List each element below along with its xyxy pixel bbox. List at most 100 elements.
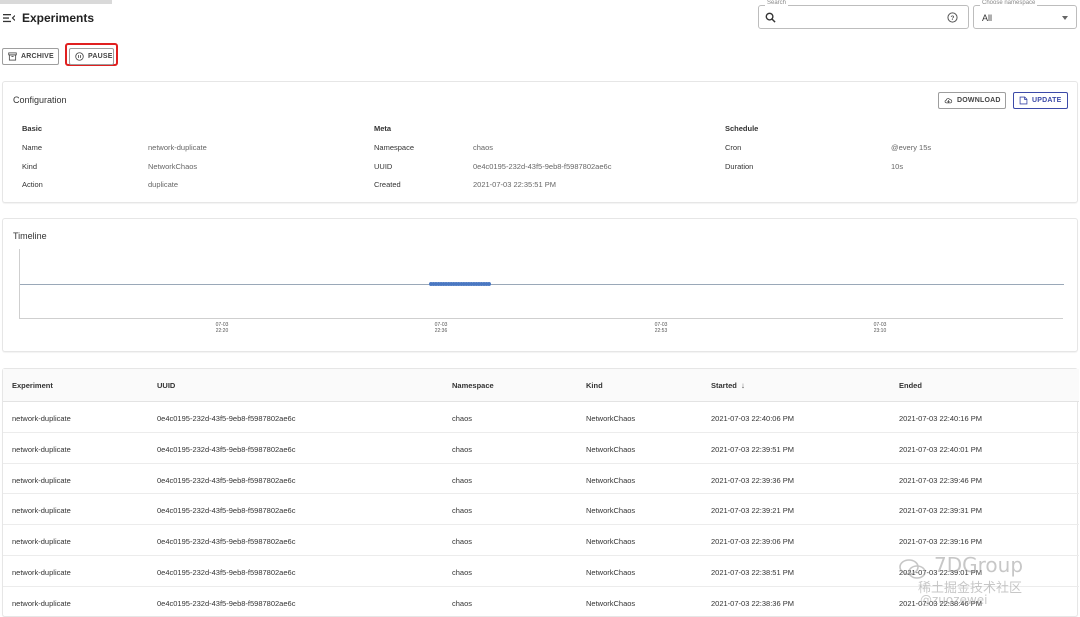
- config-meta-heading: Meta: [374, 124, 392, 133]
- config-value: 2021-07-03 22:35:51 PM: [473, 180, 556, 189]
- watermark: 7DGroup 稀土掘金技术社区 @zuozewei: [898, 553, 1078, 613]
- config-basic-heading: Basic: [22, 124, 43, 133]
- table-row[interactable]: network-duplicate 0e4c0195-232d-43f5-9eb8…: [3, 464, 1079, 495]
- column-header-experiment[interactable]: Experiment: [12, 381, 53, 390]
- archive-icon: [8, 52, 17, 61]
- column-header-ended[interactable]: Ended: [899, 381, 922, 390]
- config-value: NetworkChaos: [148, 161, 198, 171]
- column-header-namespace[interactable]: Namespace: [452, 381, 494, 390]
- table-cell-kind: NetworkChaos: [586, 475, 636, 485]
- page-title: Experiments: [22, 11, 95, 25]
- config-label: UUID: [374, 161, 393, 171]
- config-value: chaos: [473, 143, 494, 152]
- table-cell-experiment: network-duplicate: [12, 537, 71, 547]
- download-button[interactable]: DOWNLOAD: [938, 92, 1006, 109]
- namespace-select[interactable]: Choose namespace All: [973, 0, 1077, 29]
- table-row[interactable]: network-duplicate 0e4c0195-232d-43f5-9eb8…: [3, 525, 1079, 556]
- column-header-started-label: Started: [711, 381, 737, 390]
- table-cell-started: 2021-07-03 22:39:06 PM: [711, 537, 794, 547]
- config-label: Namespace: [374, 143, 415, 152]
- note-icon: [1019, 96, 1028, 105]
- table-row[interactable]: network-duplicate 0e4c0195-232d-43f5-9eb8…: [3, 494, 1079, 526]
- timeline-event-marker[interactable]: [487, 282, 491, 286]
- table-cell-namespace: chaos: [452, 568, 473, 577]
- table-row[interactable]: network-duplicate 0e4c0195-232d-43f5-9eb8…: [3, 433, 1079, 464]
- table-cell-namespace: chaos: [452, 537, 473, 547]
- config-schedule-section: Schedule Cron @every 15s Duration 10s: [725, 124, 1065, 180]
- table-cell-uuid: 0e4c0195-232d-43f5-9eb8-f5987802ae6c: [157, 568, 296, 577]
- timeline-tick: 07-03 22:53: [646, 322, 676, 334]
- config-row-name: Name network-duplicate: [22, 143, 362, 162]
- table-cell-started: 2021-07-03 22:38:36 PM: [711, 598, 794, 608]
- cloud-download-icon: [944, 98, 953, 104]
- column-header-kind[interactable]: Kind: [586, 381, 603, 390]
- config-value: duplicate: [148, 180, 179, 189]
- table-cell-ended: 2021-07-03 22:40:01 PM: [899, 444, 982, 454]
- table-cell-namespace: chaos: [452, 414, 473, 423]
- table-cell-uuid: 0e4c0195-232d-43f5-9eb8-f5987802ae6c: [157, 506, 296, 516]
- config-label: Duration: [725, 161, 754, 171]
- timeline-tick-time: 23:10: [873, 328, 887, 334]
- column-header-uuid[interactable]: UUID: [157, 381, 175, 390]
- timeline-title: Timeline: [13, 231, 47, 241]
- sort-descending-icon[interactable]: ↓: [741, 381, 745, 390]
- table-cell-experiment: network-duplicate: [12, 506, 71, 516]
- table-cell-experiment: network-duplicate: [12, 475, 71, 485]
- table-cell-kind: NetworkChaos: [586, 568, 636, 577]
- config-row-uuid: UUID 0e4c0195-232d-43f5-9eb8-f5987802ae6…: [374, 162, 714, 181]
- chevron-down-icon: [1062, 16, 1068, 20]
- table-cell-namespace: chaos: [452, 444, 473, 454]
- pause-label: PAUSE: [88, 53, 113, 60]
- top-accent-bar: [0, 0, 112, 4]
- search-legend: Search: [765, 0, 789, 6]
- config-row-created: Created 2021-07-03 22:35:51 PM: [374, 180, 714, 199]
- table-cell-namespace: chaos: [452, 506, 473, 516]
- config-row-action: Action duplicate: [22, 180, 362, 199]
- archive-button[interactable]: ARCHIVE: [2, 48, 59, 65]
- config-meta-section: Meta Namespace chaos UUID 0e4c0195-232d-…: [374, 124, 714, 199]
- config-value: @every 15s: [891, 143, 932, 152]
- timeline-tick: 07-03 23:10: [865, 322, 895, 334]
- config-row-namespace: Namespace chaos: [374, 143, 714, 162]
- config-value: 0e4c0195-232d-43f5-9eb8-f5987802ae6c: [473, 161, 612, 171]
- config-label: Created: [374, 180, 401, 189]
- timeline-events: [429, 282, 491, 286]
- table-cell-uuid: 0e4c0195-232d-43f5-9eb8-f5987802ae6c: [157, 414, 296, 423]
- timeline-tick-time: 22:53: [654, 328, 668, 334]
- watermark-line2: @zuozewei: [920, 593, 988, 607]
- table-header-row: Experiment UUID Namespace Kind Started ↓ …: [3, 369, 1079, 402]
- timeline-plot[interactable]: [19, 249, 1064, 319]
- help-icon[interactable]: ?: [947, 12, 958, 23]
- table-row[interactable]: network-duplicate 0e4c0195-232d-43f5-9eb8…: [3, 402, 1079, 433]
- table-cell-namespace: chaos: [452, 475, 473, 485]
- timeline-tick: 07-03 22:36: [426, 322, 456, 334]
- config-row-duration: Duration 10s: [725, 162, 1065, 181]
- config-value: network-duplicate: [148, 143, 207, 152]
- table-cell-experiment: network-duplicate: [12, 444, 71, 454]
- config-label: Name: [22, 143, 43, 152]
- menu-collapse-icon[interactable]: [3, 12, 15, 24]
- table-cell-started: 2021-07-03 22:39:36 PM: [711, 475, 794, 485]
- table-cell-ended: 2021-07-03 22:39:46 PM: [899, 475, 982, 485]
- config-label: Kind: [22, 161, 38, 171]
- table-cell-ended: 2021-07-03 22:39:16 PM: [899, 537, 982, 547]
- table-cell-started: 2021-07-03 22:39:51 PM: [711, 444, 794, 454]
- update-label: UPDATE: [1032, 97, 1062, 104]
- svg-text:?: ?: [951, 15, 955, 22]
- table-cell-namespace: chaos: [452, 598, 473, 608]
- namespace-value: All: [982, 13, 993, 23]
- table-cell-experiment: network-duplicate: [12, 598, 71, 608]
- config-schedule-heading: Schedule: [725, 124, 759, 133]
- column-header-started[interactable]: Started ↓: [711, 381, 745, 390]
- pause-button[interactable]: PAUSE: [69, 48, 114, 65]
- configuration-title: Configuration: [13, 95, 67, 105]
- namespace-legend: Choose namespace: [980, 0, 1038, 6]
- search-icon: [765, 12, 776, 23]
- update-button[interactable]: UPDATE: [1013, 92, 1068, 109]
- search-input[interactable]: Search ?: [758, 0, 969, 29]
- table-cell-ended: 2021-07-03 22:40:16 PM: [899, 414, 982, 423]
- table-cell-experiment: network-duplicate: [12, 568, 71, 577]
- table-cell-kind: NetworkChaos: [586, 537, 636, 547]
- timeline-tick-time: 22:20: [215, 328, 229, 334]
- table-cell-started: 2021-07-03 22:38:51 PM: [711, 568, 794, 577]
